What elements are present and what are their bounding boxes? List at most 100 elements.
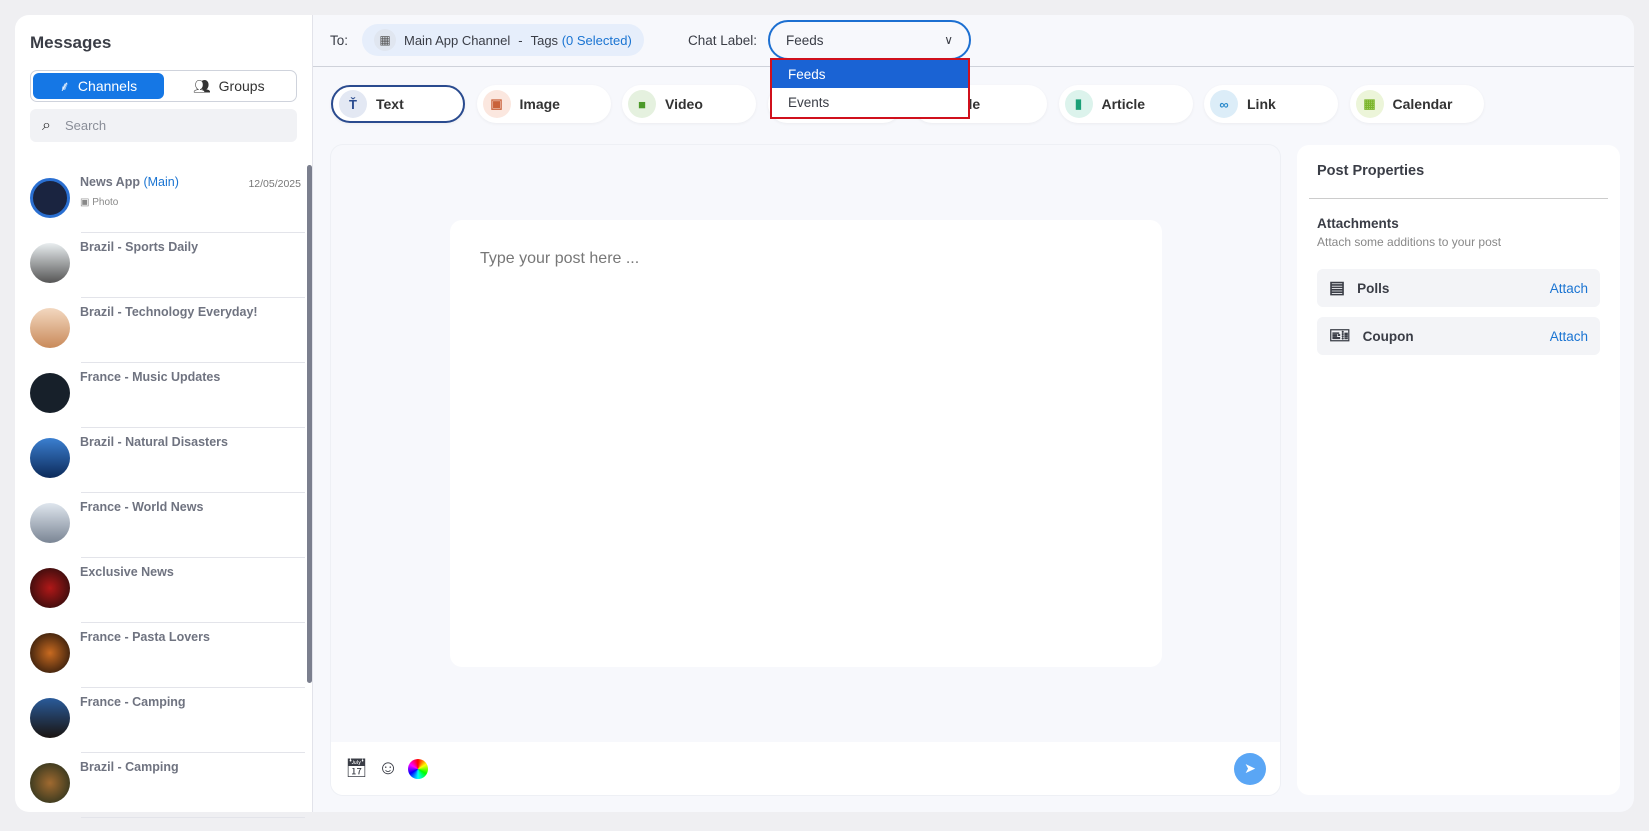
coupon-icon: 🎫︎: [1329, 326, 1351, 345]
panel-title: Messages: [30, 33, 112, 52]
panel-title: Post Properties: [1317, 163, 1425, 179]
search-input[interactable]: ⌕ Search: [30, 109, 297, 142]
attach-polls-row: ▤ Polls Attach: [1317, 269, 1600, 307]
item-name: Brazil - Camping: [80, 760, 179, 774]
send-button[interactable]: ➤: [1234, 752, 1266, 785]
article-icon: ▮: [1064, 90, 1093, 118]
item-name: France - Music Updates: [80, 370, 221, 384]
camera-icon: ▣: [80, 197, 90, 208]
list-item[interactable]: Brazil - Technology Everyday!: [15, 298, 305, 363]
list-item[interactable]: France - Camping: [15, 688, 305, 753]
scrollbar[interactable]: [307, 165, 312, 683]
calendar-icon: ▦: [1355, 90, 1384, 118]
editor-card: Type your post here ... 📅︎ ☺ ➤: [331, 145, 1280, 795]
messages-panel: Messages ⸙ Channels 👥︎ Groups ⌕ Search News…: [15, 15, 313, 818]
search-icon: ⌕: [42, 116, 51, 134]
post-type-label: Link: [1247, 96, 1276, 112]
item-preview: Photo: [92, 197, 119, 208]
post-type-label: Article: [1101, 96, 1146, 112]
divider: [1309, 198, 1608, 199]
image-icon: ▣: [482, 90, 511, 118]
avatar: [30, 308, 70, 348]
attach-coupon-row: 🎫︎ Coupon Attach: [1317, 317, 1600, 355]
tab-label: Channels: [77, 78, 138, 94]
avatar: [30, 503, 70, 543]
avatar: [30, 568, 70, 608]
option-events[interactable]: Events: [772, 88, 968, 116]
post-type-label: Image: [519, 96, 560, 112]
post-type-article[interactable]: ▮ Article: [1058, 85, 1193, 123]
post-type-label: Calendar: [1392, 96, 1453, 112]
post-type-image[interactable]: ▣ Image: [476, 85, 611, 123]
chevron-down-icon: ∨: [944, 33, 953, 47]
avatar: [30, 243, 70, 283]
channel-list: News App (Main) ▣ Photo 12/05/2025 Brazil …: [15, 168, 305, 818]
item-name: France - World News: [80, 500, 204, 514]
list-item[interactable]: Exclusive News: [15, 558, 305, 623]
item-name: Brazil - Natural Disasters: [80, 435, 228, 449]
post-type-label: Video: [665, 96, 703, 112]
calendar-icon[interactable]: 📅︎: [345, 758, 368, 779]
tags-count: (0 Selected): [561, 32, 632, 48]
compose-header: To: ▦ Main App Channel - Tags (0 Selecte…: [313, 15, 1634, 67]
avatar: [30, 373, 70, 413]
post-type-calendar[interactable]: ▦ Calendar: [1349, 85, 1484, 123]
tags-label: Tags: [530, 32, 559, 48]
separator: -: [518, 32, 523, 48]
post-type-video[interactable]: ■ Video: [622, 85, 756, 123]
post-textarea[interactable]: Type your post here ...: [450, 220, 1162, 667]
color-wheel-icon[interactable]: [408, 758, 429, 779]
emoji-icon[interactable]: ☺: [378, 757, 398, 780]
group-icon: 👥︎: [192, 77, 211, 94]
main-tag: (Main): [143, 175, 179, 189]
avatar: [30, 698, 70, 738]
post-placeholder: Type your post here ...: [480, 250, 640, 267]
avatar: [30, 438, 70, 478]
avatar: [30, 763, 70, 803]
to-label: To:: [330, 33, 349, 48]
video-icon: ■: [628, 90, 656, 118]
list-item[interactable]: France - Pasta Lovers: [15, 623, 305, 688]
item-name: France - Pasta Lovers: [80, 630, 210, 644]
chat-label: Chat Label:: [688, 33, 758, 48]
post-properties-panel: Post Properties Attachments Attach some …: [1297, 145, 1620, 795]
option-feeds[interactable]: Feeds: [772, 60, 968, 88]
item-date: 12/05/2025: [248, 178, 301, 190]
attach-coupon-button[interactable]: Attach: [1550, 329, 1588, 344]
compose-area: To: ▦ Main App Channel - Tags (0 Selecte…: [313, 15, 1634, 812]
list-item[interactable]: Brazil - Sports Daily: [15, 233, 305, 298]
tab-label: Groups: [218, 78, 265, 94]
list-item[interactable]: Brazil - Natural Disasters: [15, 428, 305, 493]
item-name: Exclusive News: [80, 565, 174, 579]
rss-icon: ⸙: [59, 77, 70, 94]
channel-group-toggle: ⸙ Channels 👥︎ Groups: [30, 70, 297, 102]
post-type-label: Text: [376, 96, 404, 112]
post-type-text[interactable]: Ť Text: [331, 85, 465, 123]
section-desc: Attach some additions to your post: [1317, 235, 1502, 249]
selected-value: Feeds: [786, 32, 824, 48]
recipient-chip[interactable]: ▦ Main App Channel - Tags (0 Selected): [362, 24, 644, 56]
item-name: Brazil - Sports Daily: [80, 240, 199, 254]
avatar: [30, 178, 70, 218]
attach-polls-button[interactable]: Attach: [1550, 281, 1588, 296]
attachment-label: Coupon: [1362, 328, 1414, 344]
post-type-link[interactable]: ∞ Link: [1204, 85, 1338, 123]
tab-channels[interactable]: ⸙ Channels: [33, 73, 164, 99]
editor-toolbar: 📅︎ ☺ ➤: [331, 742, 1280, 795]
list-item[interactable]: France - Music Updates: [15, 363, 305, 428]
list-item[interactable]: News App (Main) ▣ Photo 12/05/2025: [15, 168, 305, 233]
link-icon: ∞: [1210, 90, 1238, 118]
item-name: Brazil - Technology Everyday!: [80, 305, 258, 319]
list-item[interactable]: Brazil - Camping: [15, 753, 305, 818]
search-placeholder: Search: [64, 118, 107, 133]
item-name: France - Camping: [80, 695, 186, 709]
tab-groups[interactable]: 👥︎ Groups: [164, 73, 295, 99]
section-title: Attachments: [1317, 216, 1399, 231]
dashboard-icon: ▦: [374, 29, 396, 51]
chat-label-select[interactable]: Feeds ∨: [768, 20, 971, 60]
list-item[interactable]: France - World News: [15, 493, 305, 558]
chat-label-dropdown: Feeds Events: [770, 58, 970, 119]
avatar: [30, 633, 70, 673]
attachment-label: Polls: [1357, 280, 1390, 296]
text-icon: Ť: [339, 90, 367, 118]
